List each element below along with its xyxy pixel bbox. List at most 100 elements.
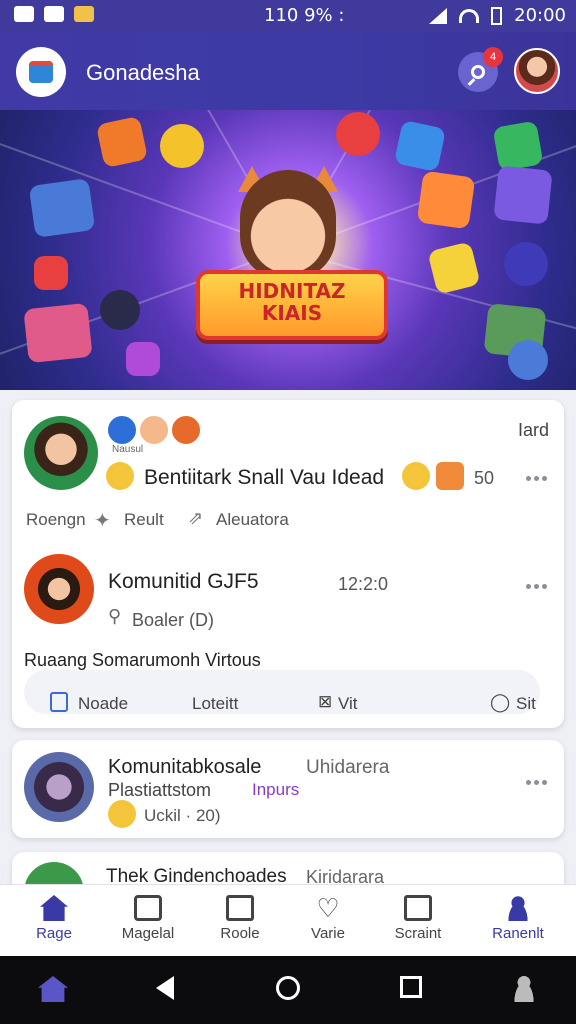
post-action[interactable]: Loteitt bbox=[192, 694, 238, 714]
post-author-avatar[interactable] bbox=[24, 416, 98, 490]
moon-icon bbox=[504, 242, 548, 286]
selfie-icon bbox=[100, 290, 140, 330]
post-caption: Ruaang Somarumonh Virtous bbox=[24, 650, 261, 670]
penguin-icon bbox=[508, 340, 548, 380]
app-notification-icon bbox=[74, 6, 94, 22]
share-icon: ⇗ bbox=[188, 508, 204, 528]
post-action[interactable]: Noade bbox=[78, 694, 128, 714]
signal-icon bbox=[429, 7, 448, 24]
nav-item-scraint[interactable]: Scraint bbox=[378, 895, 458, 942]
nav-label: Roole bbox=[220, 925, 260, 942]
search-icon bbox=[471, 65, 485, 79]
more-options-icon[interactable] bbox=[526, 780, 548, 786]
post-action[interactable]: Reult bbox=[124, 510, 164, 530]
friends-photo-icon bbox=[493, 165, 553, 225]
profile-avatar[interactable] bbox=[514, 48, 560, 94]
wifi-icon bbox=[459, 8, 480, 23]
reaction-avatar bbox=[138, 414, 170, 446]
nav-item-roole[interactable]: Roole bbox=[200, 895, 280, 942]
calendar-icon bbox=[29, 61, 53, 83]
community-line-accent[interactable]: Inpurs bbox=[252, 780, 299, 800]
account-icon[interactable] bbox=[510, 974, 538, 1002]
bottom-navigation: Rage Magelal Roole ♡ Varie Scraint Ranen… bbox=[0, 884, 576, 957]
emoji-icon bbox=[106, 462, 134, 490]
banner-title: HIDNITAZ KIAIS bbox=[196, 270, 388, 340]
music-icon bbox=[95, 115, 149, 169]
more-options-icon[interactable] bbox=[526, 476, 548, 482]
puzzle-icon bbox=[126, 342, 160, 376]
more-options-icon[interactable] bbox=[526, 584, 548, 590]
screen-icon bbox=[404, 895, 432, 921]
post-time: 12:2:0 bbox=[338, 574, 389, 594]
battery-icon bbox=[491, 6, 503, 25]
community-subtitle: Boaler (D) bbox=[132, 610, 215, 630]
community-title[interactable]: Komunitid GJF5 bbox=[108, 570, 259, 594]
post-action[interactable]: Sit bbox=[516, 694, 536, 714]
mascot-character bbox=[240, 170, 336, 280]
paper-plane-icon bbox=[393, 119, 447, 173]
nav-label: Rage bbox=[36, 925, 72, 942]
community-title-suffix: Uhidarera bbox=[306, 757, 390, 778]
recents-icon[interactable] bbox=[400, 976, 422, 998]
nav-item-magelal[interactable]: Magelal bbox=[108, 895, 188, 942]
nav-item-varie[interactable]: ♡ Varie bbox=[288, 895, 368, 942]
nav-label: Magelal bbox=[121, 925, 175, 942]
post-action[interactable]: Aleuatora bbox=[216, 510, 289, 530]
notification-badge: 4 bbox=[483, 47, 503, 67]
reaction-subtext: Nausul bbox=[112, 444, 144, 455]
app-bar: Gonadesha 4 bbox=[0, 32, 576, 110]
post-action[interactable]: Vit bbox=[338, 694, 358, 714]
search-icon: ⚲ bbox=[108, 606, 122, 626]
hero-banner[interactable]: HIDNITAZ KIAIS bbox=[0, 110, 576, 390]
post-card[interactable]: Komunitabkosale Uhidarera Plastiattstom … bbox=[12, 740, 564, 838]
status-bar: 110 9% : 20:00 bbox=[0, 0, 576, 32]
post-text: Bentiitark Snall Vau Idead bbox=[144, 466, 385, 489]
reaction-avatar bbox=[106, 414, 138, 446]
mail-icon bbox=[226, 895, 254, 921]
status-center-text: 110 9% : bbox=[264, 5, 345, 26]
back-icon[interactable] bbox=[156, 976, 174, 1000]
camera-icon bbox=[34, 256, 68, 290]
banner-title-line1: HIDNITAZ bbox=[238, 279, 346, 303]
comment-icon: ◯ bbox=[490, 692, 511, 712]
home-icon[interactable] bbox=[38, 976, 68, 1002]
post-tag: Iard bbox=[518, 420, 550, 440]
video-icon: ⊠ bbox=[318, 692, 333, 711]
person-icon bbox=[504, 895, 532, 921]
nav-item-ranenlt[interactable]: Ranenlt bbox=[478, 895, 558, 942]
community-avatar[interactable] bbox=[24, 752, 94, 822]
video-icon bbox=[492, 120, 544, 172]
photo-tile-icon bbox=[28, 178, 96, 238]
note-icon bbox=[50, 692, 68, 712]
community-title[interactable]: Komunitabkosale bbox=[108, 756, 261, 779]
app-logo[interactable] bbox=[16, 47, 66, 97]
community-avatar[interactable] bbox=[24, 554, 94, 624]
play-icon bbox=[336, 112, 380, 156]
nav-label: Scraint bbox=[394, 925, 442, 942]
store-icon bbox=[134, 895, 162, 921]
reaction-avatar bbox=[170, 414, 202, 446]
party-emoji-icon bbox=[436, 462, 464, 490]
nav-item-rage[interactable]: Rage bbox=[14, 895, 94, 942]
emoji-icon bbox=[108, 800, 136, 828]
system-navigation-bar bbox=[0, 956, 576, 1024]
heart-icon: ♡ bbox=[316, 893, 340, 923]
banner-title-line2: KIAIS bbox=[261, 301, 323, 325]
post-count: 50 bbox=[474, 468, 495, 488]
sparkle-icon: ✦ bbox=[94, 510, 111, 532]
home-icon bbox=[40, 895, 68, 921]
chat-bubble-icon bbox=[160, 124, 204, 168]
community-line: Plastiattstom bbox=[108, 780, 212, 800]
smile-emoji-icon bbox=[402, 462, 430, 490]
post-action[interactable]: Roengn bbox=[26, 510, 86, 530]
app-title: Gonadesha bbox=[86, 60, 200, 85]
nav-label: Varie bbox=[311, 925, 345, 942]
gallery-icon bbox=[14, 6, 34, 22]
post-card[interactable]: Nausul Iard Bentiitark Snall Vau Idead 5… bbox=[12, 400, 564, 728]
ticket-icon bbox=[427, 241, 481, 295]
clock: 20:00 bbox=[514, 5, 566, 26]
nav-label: Ranenlt bbox=[492, 925, 544, 942]
home-button-icon[interactable] bbox=[276, 976, 300, 1000]
messenger-icon bbox=[44, 6, 64, 22]
community-subtitle: Uckil · 20) bbox=[144, 806, 221, 825]
